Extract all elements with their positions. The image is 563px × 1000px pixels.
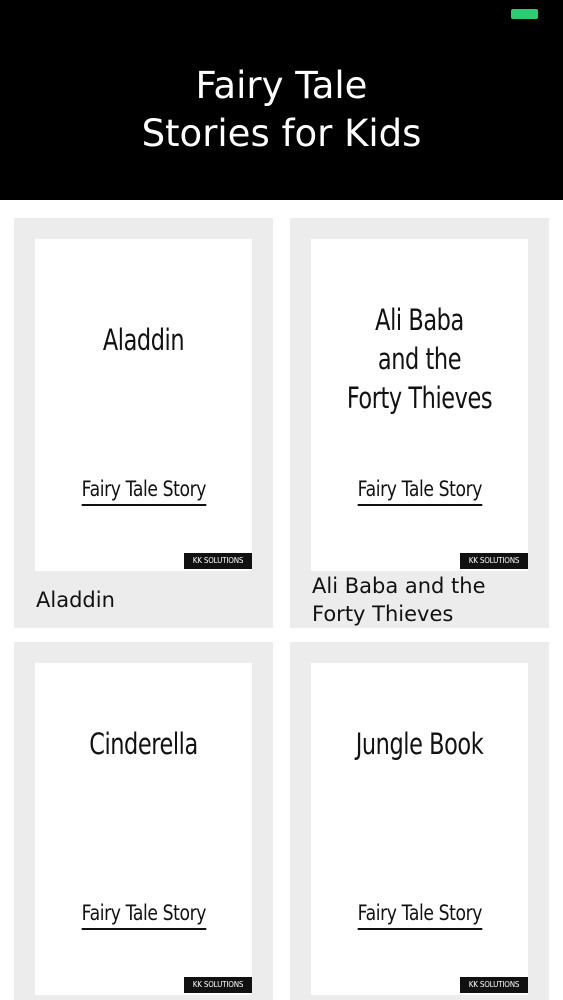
cover-subtitle: Fairy Tale Story	[311, 477, 528, 506]
publisher-badge: KK SOLUTIONS	[184, 553, 252, 569]
app-screen: Fairy Tale Stories for Kids Aladdin Fair…	[0, 0, 563, 1000]
cover-title-line: Jungle Book	[355, 727, 484, 761]
story-title-label: Ali Baba and the Forty Thieves	[312, 574, 486, 626]
cover-subtitle: Fairy Tale Story	[35, 901, 252, 930]
cover-subtitle: Fairy Tale Story	[311, 901, 528, 930]
book-cover: Aladdin Fairy Tale Story KK SOLUTIONS	[35, 239, 252, 571]
cover-title-line: Aladdin	[102, 323, 185, 357]
cover-subtitle-text: Fairy Tale Story	[81, 901, 206, 930]
publisher-badge: KK SOLUTIONS	[460, 553, 528, 569]
cover-title: Jungle Book	[326, 725, 513, 764]
book-cover: Ali Baba and the Forty Thieves Fairy Tal…	[311, 239, 528, 571]
cover-title-line: and the	[377, 342, 462, 376]
cover-subtitle: Fairy Tale Story	[35, 477, 252, 506]
cover-title-line: Forty Thieves	[346, 381, 493, 415]
book-cover: Cinderella Fairy Tale Story KK SOLUTIONS	[35, 663, 252, 995]
cover-title-line: Cinderella	[89, 727, 198, 761]
cover-subtitle-text: Fairy Tale Story	[357, 477, 482, 506]
cover-title: Ali Baba and the Forty Thieves	[326, 301, 513, 418]
book-cover: Jungle Book Fairy Tale Story KK SOLUTION…	[311, 663, 528, 995]
cover-title: Aladdin	[50, 321, 237, 360]
battery-icon	[511, 9, 538, 19]
story-card-aladdin[interactable]: Aladdin Fairy Tale Story KK SOLUTIONS Al…	[14, 218, 273, 628]
app-title-line-1: Fairy Tale	[195, 64, 368, 107]
story-title-label: Aladdin	[36, 588, 115, 612]
app-title-line-2: Stories for Kids	[141, 112, 422, 155]
story-card-ali-baba[interactable]: Ali Baba and the Forty Thieves Fairy Tal…	[290, 218, 549, 628]
story-card-cinderella[interactable]: Cinderella Fairy Tale Story KK SOLUTIONS	[14, 642, 273, 1000]
cover-title: Cinderella	[50, 725, 237, 764]
app-title: Fairy Tale Stories for Kids	[0, 62, 563, 158]
header-bar: Fairy Tale Stories for Kids	[0, 0, 563, 200]
publisher-badge: KK SOLUTIONS	[460, 977, 528, 993]
cover-title-line: Ali Baba	[375, 303, 464, 337]
story-card-jungle-book[interactable]: Jungle Book Fairy Tale Story KK SOLUTION…	[290, 642, 549, 1000]
cover-subtitle-text: Fairy Tale Story	[357, 901, 482, 930]
cover-subtitle-text: Fairy Tale Story	[81, 477, 206, 506]
publisher-badge: KK SOLUTIONS	[184, 977, 252, 993]
